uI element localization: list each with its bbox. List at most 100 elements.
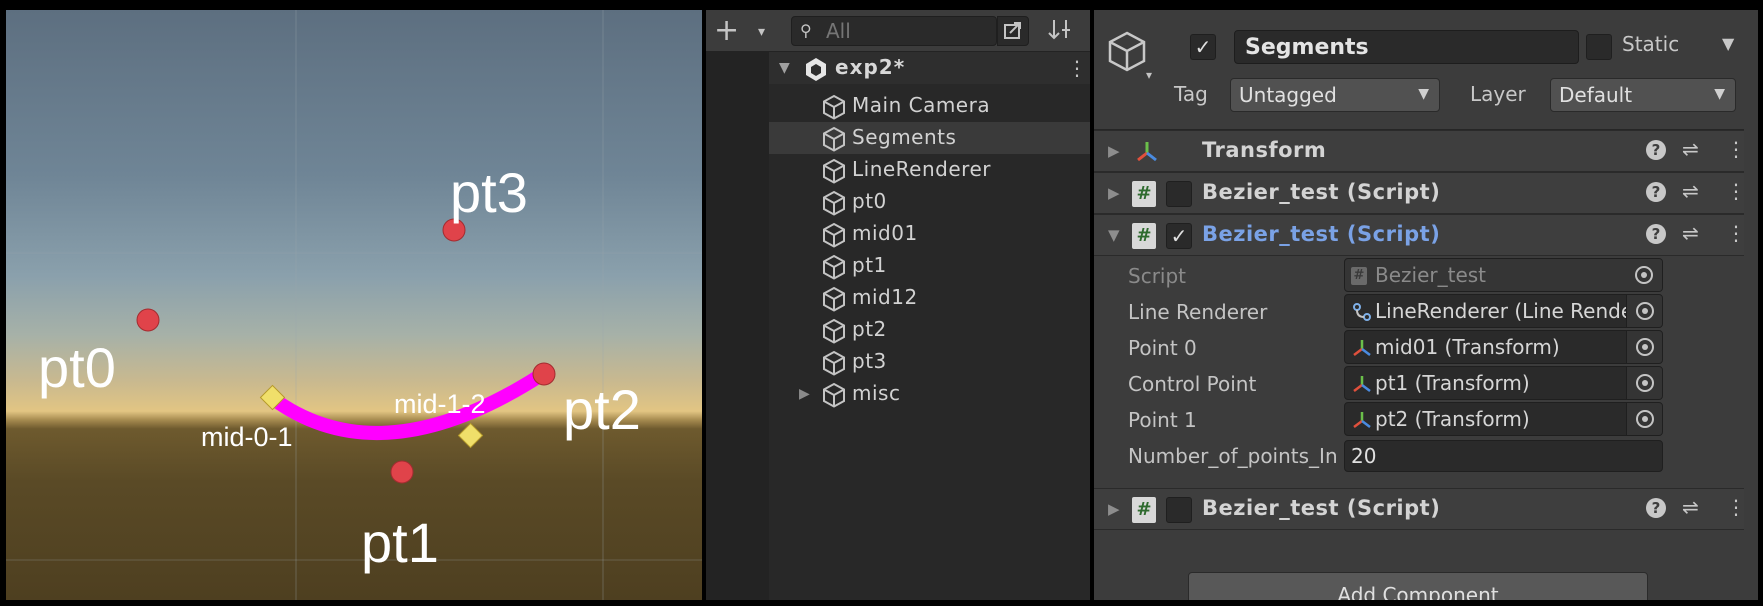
gameobject-cube-icon xyxy=(823,94,845,120)
foldout-right-icon[interactable]: ▶ xyxy=(1108,184,1120,202)
search-input[interactable] xyxy=(826,19,986,43)
gameobject-cube-icon xyxy=(1108,31,1146,72)
object-name-field[interactable] xyxy=(1234,30,1579,64)
bezier-test-component-2-header[interactable]: ▼ # ✓ Bezier_test (Script) ? ⇌ ⋮ xyxy=(1094,214,1758,256)
search-icon: ⚲ xyxy=(800,21,812,40)
hierarchy-item[interactable]: pt1 xyxy=(769,250,1090,282)
hierarchy-item[interactable]: Segments xyxy=(769,122,1090,154)
hierarchy-item[interactable]: mid12 xyxy=(769,282,1090,314)
control-point-field[interactable]: pt1 (Transform) xyxy=(1344,366,1663,400)
add-component-label: Add Component xyxy=(1337,583,1499,600)
object-picker-icon[interactable] xyxy=(1626,403,1662,435)
help-icon[interactable]: ? xyxy=(1646,140,1666,160)
inspector-scrollbar[interactable] xyxy=(1744,10,1758,600)
tag-label: Tag xyxy=(1174,82,1208,106)
component-enabled-checkbox[interactable] xyxy=(1166,181,1192,207)
hierarchy-item[interactable]: Main Camera xyxy=(769,90,1090,122)
tag-dropdown[interactable]: Untagged ▼ xyxy=(1230,78,1440,112)
kebab-menu-icon[interactable]: ⋮ xyxy=(1726,221,1746,245)
sort-button[interactable] xyxy=(1042,16,1082,46)
presets-icon[interactable]: ⇌ xyxy=(1682,221,1699,245)
icon-picker-caret-icon[interactable]: ▾ xyxy=(1146,68,1152,82)
hierarchy-item[interactable]: pt2 xyxy=(769,314,1090,346)
presets-icon[interactable]: ⇌ xyxy=(1682,495,1699,519)
object-picker-icon xyxy=(1626,259,1662,291)
transform-axis-icon xyxy=(1353,340,1371,356)
object-picker-icon[interactable] xyxy=(1626,295,1662,327)
transform-component-header[interactable]: ▶ Transform ? ⇌ ⋮ xyxy=(1094,130,1758,172)
help-icon[interactable]: ? xyxy=(1646,224,1666,244)
kebab-menu-icon[interactable]: ⋮ xyxy=(1726,179,1746,203)
foldout-right-icon[interactable]: ▶ xyxy=(1108,500,1120,518)
foldout-right-icon[interactable]: ▶ xyxy=(1108,142,1120,160)
object-picker-icon[interactable] xyxy=(1626,367,1662,399)
hierarchy-search[interactable]: ⚲ xyxy=(791,16,997,46)
pt0-handle[interactable] xyxy=(136,308,160,332)
mid-1-2-handle[interactable] xyxy=(457,422,484,449)
hierarchy-item-label: pt1 xyxy=(852,253,887,277)
bezier-test-component-3-header[interactable]: ▶ # Bezier_test (Script) ? ⇌ ⋮ xyxy=(1094,488,1758,530)
pt2-handle[interactable] xyxy=(532,362,556,386)
point0-field[interactable]: mid01 (Transform) xyxy=(1344,330,1663,364)
point1-property-label: Point 1 xyxy=(1128,408,1197,432)
hierarchy-item[interactable]: pt0 xyxy=(769,186,1090,218)
line-renderer-value: LineRenderer (Line Render xyxy=(1375,299,1642,323)
add-component-button[interactable]: Add Component xyxy=(1188,572,1648,600)
component-enabled-checkbox[interactable] xyxy=(1166,497,1192,523)
static-checkbox[interactable] xyxy=(1586,34,1612,60)
transform-axis-icon xyxy=(1353,376,1371,392)
object-picker-icon[interactable] xyxy=(1626,331,1662,363)
script-hash-icon: # xyxy=(1132,181,1156,207)
pt1-handle[interactable] xyxy=(390,460,414,484)
num-points-field[interactable] xyxy=(1344,440,1663,472)
scene-view[interactable]: pt3 pt0 pt2 pt1 mid-0-1 mid-1-2 xyxy=(6,10,702,600)
object-name-input[interactable] xyxy=(1235,31,1578,63)
chevron-down-icon: ▾ xyxy=(758,24,766,40)
expand-triangle-icon[interactable]: ▶ xyxy=(799,386,810,402)
num-points-input[interactable] xyxy=(1345,441,1662,471)
help-icon[interactable]: ? xyxy=(1646,182,1666,202)
kebab-menu-icon[interactable]: ⋮ xyxy=(1726,137,1746,161)
presets-icon[interactable]: ⇌ xyxy=(1682,137,1699,161)
num-points-property-label: Number_of_points_In xyxy=(1128,444,1338,468)
help-icon[interactable]: ? xyxy=(1646,498,1666,518)
scene-canvas xyxy=(6,10,702,600)
hierarchy-item[interactable]: ▶ misc xyxy=(769,378,1090,410)
hierarchy-item[interactable]: LineRenderer xyxy=(769,154,1090,186)
component-enabled-checkbox[interactable]: ✓ xyxy=(1166,223,1192,249)
line-renderer-field[interactable]: LineRenderer (Line Render xyxy=(1344,294,1663,328)
hierarchy-item-label: pt3 xyxy=(852,349,887,373)
open-search-window-button[interactable] xyxy=(997,16,1029,46)
active-checkbox[interactable]: ✓ xyxy=(1190,34,1216,60)
create-button[interactable]: + ▾ xyxy=(714,14,774,48)
kebab-menu-icon[interactable]: ⋮ xyxy=(1726,495,1746,519)
inspector-header: ▾ ✓ Static ▼ Tag Untagged ▼ Layer Defaul… xyxy=(1094,10,1758,130)
hierarchy-item-label: pt0 xyxy=(852,189,887,213)
control-point-property-label: Control Point xyxy=(1128,372,1257,396)
component-title: Bezier_test (Script) xyxy=(1202,496,1441,520)
line-renderer-icon xyxy=(1353,303,1371,321)
gameobject-cube-icon xyxy=(823,286,845,312)
component-title: Bezier_test (Script) xyxy=(1202,222,1441,246)
chevron-down-icon: ▼ xyxy=(1714,86,1725,102)
layer-dropdown[interactable]: Default ▼ xyxy=(1550,78,1736,112)
kebab-menu-icon[interactable]: ⋮ xyxy=(1067,56,1087,80)
expand-triangle-icon[interactable]: ▼ xyxy=(779,60,790,76)
hierarchy-item-label: mid12 xyxy=(852,285,918,309)
gameobject-cube-icon xyxy=(823,126,845,152)
hierarchy-item[interactable]: pt3 xyxy=(769,346,1090,378)
point1-field[interactable]: pt2 (Transform) xyxy=(1344,402,1663,436)
mid-1-2-label: mid-1-2 xyxy=(394,390,486,418)
hierarchy-gutter xyxy=(706,52,769,600)
bezier-test-component-1-header[interactable]: ▶ # Bezier_test (Script) ? ⇌ ⋮ xyxy=(1094,172,1758,214)
hierarchy-item[interactable]: mid01 xyxy=(769,218,1090,250)
presets-icon[interactable]: ⇌ xyxy=(1682,179,1699,203)
gameobject-cube-icon xyxy=(823,254,845,280)
static-dropdown-icon[interactable]: ▼ xyxy=(1722,34,1734,53)
foldout-down-icon[interactable]: ▼ xyxy=(1108,226,1120,244)
point1-value: pt2 (Transform) xyxy=(1375,407,1530,431)
point0-value: mid01 (Transform) xyxy=(1375,335,1560,359)
hierarchy-item-label: Main Camera xyxy=(852,93,991,117)
point0-property-label: Point 0 xyxy=(1128,336,1197,360)
scene-root-row[interactable]: ▼ exp2* ⋮ xyxy=(769,52,1090,84)
